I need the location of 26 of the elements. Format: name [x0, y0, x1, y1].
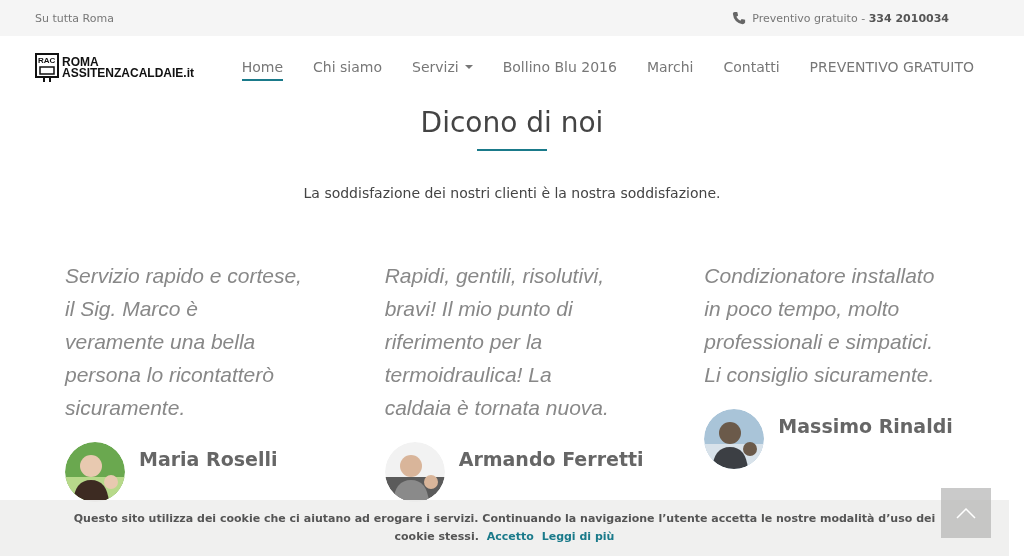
logo-icon: [35, 53, 59, 83]
author-name: Armando Ferretti: [458, 448, 644, 470]
phone-icon: [732, 11, 747, 25]
nav-link[interactable]: PREVENTIVO GRATUITO: [809, 55, 974, 81]
testimonial-quote: Rapidi, gentili, risolutivi, bravi! Il mio punto di riferimento per la termoidraulica! La caldaia è tornata nuova.: [384, 263, 610, 421]
cookie-notice: Questo sito utilizza dei cookie che ci aiutano ad erogare i servizi. Continuando la navigazione l’utente accetta le nostre modalità d’uso dei cookie stessi. Accetto Leggi di più: [72, 511, 937, 545]
testimonial-quote: Condizionatore installato in poco tempo, molto professionali e simpatici. Li consiglio sicuramente.: [704, 263, 936, 388]
chevron-up-icon: [956, 507, 976, 519]
nav-link[interactable]: Bollino Blu 2016: [502, 55, 617, 81]
area-text: Su tutta Roma: [35, 11, 114, 25]
logo[interactable]: RAC ROMA ASSITENZACALDAIE.it: [35, 53, 194, 83]
phone-text: Preventivo gratuito - 334 2010034: [752, 11, 949, 25]
nav-link[interactable]: Chi siamo: [313, 55, 382, 81]
caret-icon: [464, 64, 473, 70]
cookie-link[interactable]: Leggi di più: [541, 530, 615, 543]
nav-link[interactable]: Servizi: [412, 55, 473, 81]
nav-link[interactable]: Home: [241, 55, 284, 81]
cookie-link[interactable]: Accetto: [486, 530, 534, 543]
author-name: Massimo Rinaldi: [778, 415, 953, 437]
nav-link[interactable]: Marchi: [646, 55, 694, 81]
scroll-top-button[interactable]: [941, 488, 991, 538]
section-subtitle: La soddisfazione dei nostri clienti è la nostra soddisfazione.: [303, 185, 721, 201]
author-name: Maria Roselli: [139, 448, 278, 470]
section-title: Dicono di noi: [420, 106, 604, 139]
nav-link[interactable]: Contatti: [723, 55, 780, 81]
testimonial-quote: Servizio rapido e cortese, il Sig. Marco è veramente una bella persona lo ricontatterò sicuramente.: [65, 263, 303, 421]
